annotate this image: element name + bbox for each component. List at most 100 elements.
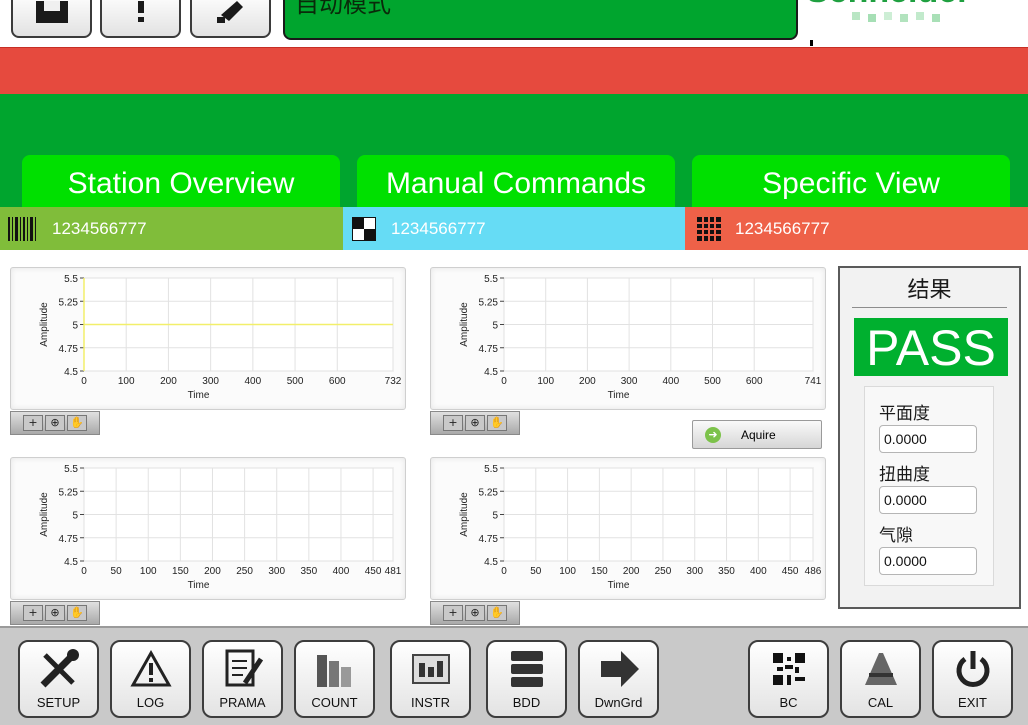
x-tick-label: 150 [591,566,608,577]
y-axis-label: Amplitude [459,302,470,347]
mode-display: 自动模式 [283,0,798,40]
save-button[interactable] [11,0,92,38]
qr-info: 1234566777 [343,207,685,250]
bc-button[interactable]: BC [748,640,829,718]
zoom-tool-icon[interactable]: ⊕ [465,605,485,621]
y-tick-label: 5.25 [479,297,499,308]
help-icon [137,1,144,22]
y-tick-label: 5.25 [479,487,499,498]
graph-palette-4[interactable]: + ⊕ ✋ [430,601,520,625]
datamatrix-info: 1234566777 [685,207,1028,250]
x-tick-label: 200 [204,566,221,577]
x-tick-label: 450 [365,566,382,577]
x-tick-label: 200 [579,376,596,387]
x-tick-label: 150 [172,566,189,577]
downgrade-label: DwnGrd [594,695,643,710]
x-tick-label: 250 [655,566,672,577]
cal-label: CAL [867,695,894,710]
cal-button[interactable]: CAL [840,640,921,718]
bc-label: BC [779,695,798,710]
x-tick-label: 100 [537,376,554,387]
x-tick-label: 200 [623,566,640,577]
graph-palette-2[interactable]: + ⊕ ✋ [430,411,520,435]
x-tick-label: 300 [268,566,285,577]
waveform-chart-1: 0 100 200 300 400 500 600 732 5.5 5.25 5 4.75 4.5 Tim… [10,267,406,410]
count-button[interactable]: COUNT [294,640,375,718]
instr-button[interactable]: INSTR [390,640,471,718]
x-tick-label: 50 [530,566,542,577]
air-gap-label: 气隙 [879,526,913,546]
result-title: 结果 [852,274,1007,308]
pan-tool-icon[interactable]: ✋ [487,605,507,621]
log-label: LOG [136,695,165,710]
x-tick-label: 500 [704,376,721,387]
x-tick-label: 400 [333,566,350,577]
edit-document-icon [225,649,263,687]
y-axis-label: Amplitude [459,492,470,537]
warning-icon [129,649,172,687]
x-tick-label: 350 [301,566,318,577]
zoom-tool-icon[interactable]: ⊕ [45,415,65,431]
x-tick-label: 486 [805,566,822,577]
x-tick-label: 481 [385,566,402,577]
waveform-chart-2: 0 100 200 300 400 500 600 741 5.5 5.25 5 4.75 4.5 Tim… [430,267,826,410]
cursor-tool-icon[interactable]: + [23,605,43,621]
tab-specific-view[interactable]: Specific View [692,155,1010,207]
x-axis-label: Time [188,390,210,401]
y-tick-label: 5.25 [59,487,79,498]
bdd-button[interactable]: BDD [486,640,567,718]
x-tick-label: 100 [559,566,576,577]
twist-label: 扭曲度 [879,465,930,485]
chart-svg: 0 100 200 300 400 500 600 732 5.5 5.25 5 4.75 4.5 Tim… [39,274,402,401]
graph-palette-3[interactable]: + ⊕ ✋ [10,601,100,625]
acquire-label: Aquire [741,427,776,442]
pan-tool-icon[interactable]: ✋ [67,415,87,431]
y-tick-label: 4.75 [479,344,499,355]
x-tick-label: 300 [202,376,219,387]
cursor-tool-icon[interactable]: + [23,415,43,431]
y-tick-label: 5.25 [59,297,79,308]
downgrade-button[interactable]: DwnGrd [578,640,659,718]
exit-label: EXIT [958,695,987,710]
setup-button[interactable]: SETUP [18,640,99,718]
zoom-tool-icon[interactable]: ⊕ [465,415,485,431]
prama-button[interactable]: PRAMA [202,640,283,718]
log-button[interactable]: LOG [110,640,191,718]
x-tick-label: 400 [750,566,767,577]
cursor-tool-icon[interactable]: + [443,415,463,431]
y-tick-label: 5 [492,321,498,332]
svg-text:Schneider: Schneider [806,0,970,10]
waveform-chart-3: 0 50 100 150 200 250 300 350 400 450 481 5.5 5.25 5 4.… [10,457,406,600]
cursor-tool-icon[interactable]: + [443,605,463,621]
graph-palette-1[interactable]: + ⊕ ✋ [10,411,100,435]
exit-button[interactable]: EXIT [932,640,1013,718]
tool-button[interactable] [190,0,271,38]
x-tick-label: 250 [236,566,253,577]
x-tick-label: 400 [662,376,679,387]
y-axis-label: Amplitude [39,302,50,347]
x-axis-label: Time [188,580,210,591]
zoom-tool-icon[interactable]: ⊕ [45,605,65,621]
chart-svg: 0 100 200 300 400 500 600 741 5.5 5.25 5 4.75 4.5 Tim… [459,274,822,401]
instr-label: INSTR [411,695,450,710]
power-icon [956,651,989,687]
go-arrow-icon: ➜ [705,426,721,443]
y-tick-label: 4.5 [64,367,78,378]
tab-station-overview[interactable]: Station Overview [22,155,340,207]
pan-tool-icon[interactable]: ✋ [67,605,87,621]
arrow-right-icon [600,651,639,687]
chart-svg: 0 50 100 150 200 250 300 350 400 450 481 5.5 5.25 5 4.… [39,464,402,591]
x-tick-label: 300 [621,376,638,387]
acquire-button[interactable]: ➜ Aquire [692,420,822,449]
tab-manual-commands[interactable]: Manual Commands [357,155,675,207]
hammer-icon [216,1,243,23]
x-tick-label: 0 [81,376,87,387]
pan-tool-icon[interactable]: ✋ [487,415,507,431]
x-tick-label: 500 [287,376,304,387]
y-tick-label: 5 [72,321,78,332]
qr-code-icon [772,653,805,685]
y-tick-label: 5.5 [64,464,78,475]
help-button[interactable] [100,0,181,38]
y-tick-label: 4.5 [484,557,498,568]
x-tick-label: 400 [245,376,262,387]
